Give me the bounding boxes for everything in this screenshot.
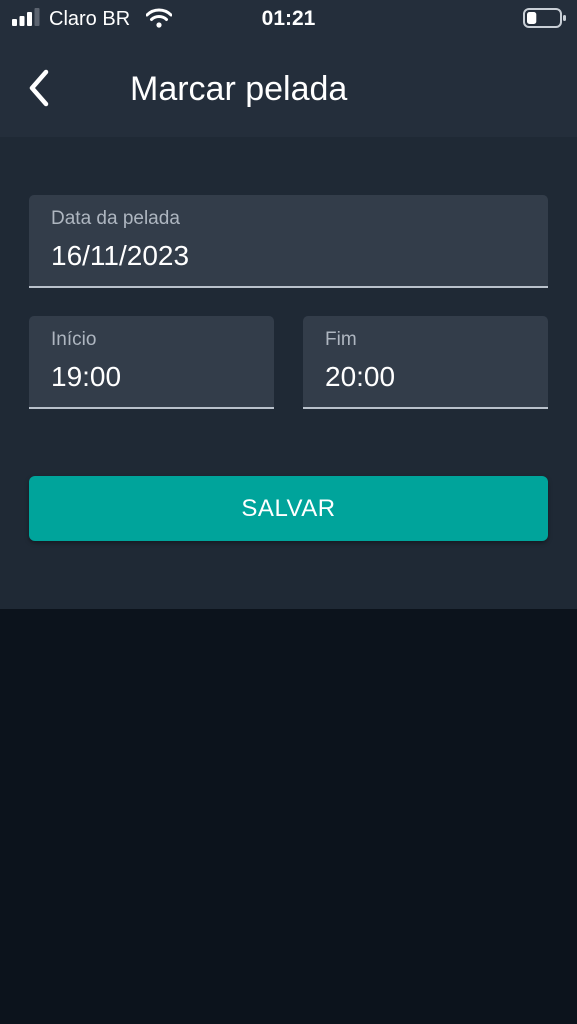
back-button[interactable] [20,66,60,110]
chevron-left-icon [29,69,49,107]
date-field-label: Data da pelada [51,208,180,229]
form-panel: Data da pelada 16/11/2023 Início 19:00 F… [0,137,577,609]
end-time-value[interactable]: 20:00 [325,361,395,393]
end-time-label: Fim [325,329,357,350]
save-button[interactable]: SALVAR [29,476,548,541]
date-field-value[interactable]: 16/11/2023 [51,240,189,272]
status-bar: Claro BR 01:21 [0,0,577,38]
screen: Claro BR 01:21 Marcar pelada Data da pel… [0,0,577,1024]
status-time: 01:21 [261,7,316,30]
date-field[interactable]: Data da pelada 16/11/2023 [29,195,548,288]
battery-icon [523,8,566,28]
start-time-label: Início [51,329,97,350]
start-time-value[interactable]: 19:00 [51,361,121,393]
end-time-field[interactable]: Fim 20:00 [303,316,548,409]
page-title: Marcar pelada [130,70,348,108]
start-time-field[interactable]: Início 19:00 [29,316,274,409]
app-header: Marcar pelada [0,38,577,137]
